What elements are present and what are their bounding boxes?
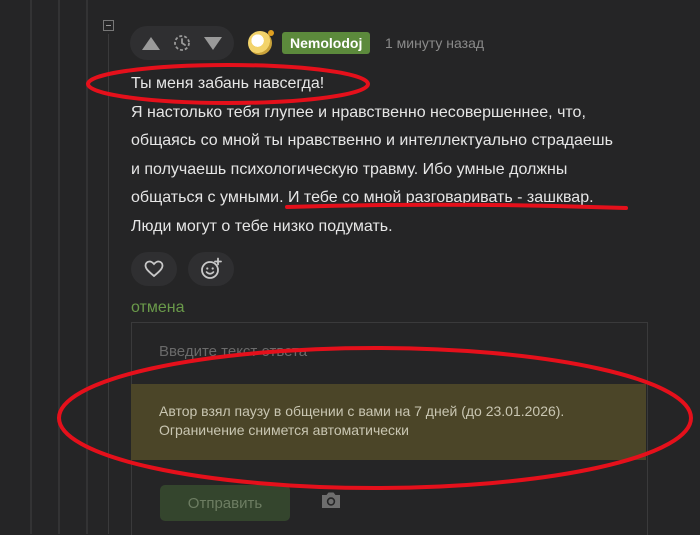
rating-controls: [130, 26, 234, 60]
comment-line: и получаешь психологическую травму. Ибо …: [131, 160, 568, 178]
cancel-reply-link[interactable]: отмена: [131, 299, 185, 317]
online-status-dot: [268, 30, 274, 36]
red-annotation-underline: [285, 202, 628, 210]
thread-line: [30, 0, 32, 534]
comment-line: общаясь со мной ты нравственно и интелле…: [131, 132, 613, 149]
triangle-up-icon[interactable]: [142, 36, 160, 50]
heart-icon: [144, 260, 164, 278]
collapse-thread-button[interactable]: [103, 20, 114, 31]
reaction-button[interactable]: [188, 252, 234, 286]
red-annotation-ellipse: [57, 346, 693, 490]
comment-line: Люди могут о тебе низко подумать.: [131, 217, 393, 235]
like-button[interactable]: [131, 252, 177, 286]
triangle-down-icon[interactable]: [204, 36, 222, 50]
clock-save-icon[interactable]: [172, 33, 192, 53]
username-badge[interactable]: Nemolodoj: [282, 32, 371, 54]
smile-plus-icon: [201, 257, 222, 279]
red-annotation-ellipse: [86, 63, 370, 105]
comment-timestamp[interactable]: 1 минуту назад: [385, 35, 484, 51]
